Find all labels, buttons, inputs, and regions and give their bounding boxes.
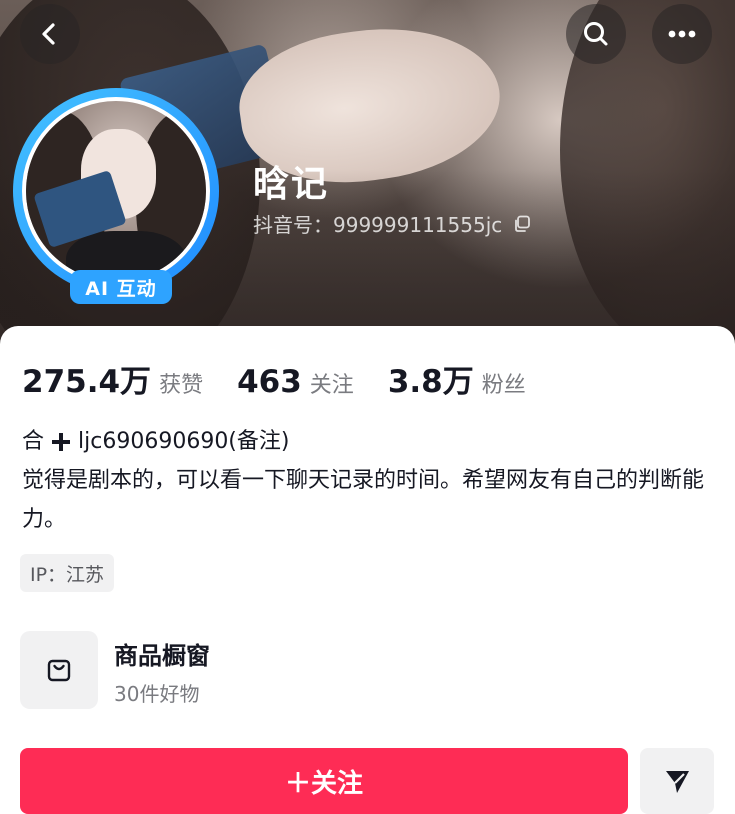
chevron-left-icon (42, 23, 55, 45)
bio-text: 觉得是剧本的，可以看一下聊天记录的时间。希望网友有自己的判断能力。 (22, 468, 705, 532)
back-button[interactable] (20, 4, 80, 64)
shop-window-title[interactable]: 商品橱窗 (114, 636, 210, 671)
bio-prefix: 合 (22, 429, 45, 454)
nickname: 晗记 (253, 164, 330, 205)
bio-contact-line: 合 ljc690690690(备注) (22, 422, 712, 461)
more-button[interactable] (652, 4, 712, 64)
send-icon (666, 771, 689, 793)
stat-label: 关注 (309, 373, 354, 398)
stat-value: 3.8万 (387, 364, 474, 400)
douyin-id-row: 抖音号：999999111555jc (253, 209, 532, 238)
stat-following[interactable]: 463 关注 (237, 364, 354, 400)
plus-icon (50, 431, 72, 453)
profile-cover: AI 互动 晗记 抖音号：999999111555jc (0, 0, 735, 345)
stat-value: 463 (237, 364, 302, 400)
douyin-id-text: 抖音号：999999111555jc (253, 213, 503, 237)
bio: 合 ljc690690690(备注) 觉得是剧本的，可以看一下聊天记录的时间。希… (22, 422, 712, 539)
stat-label: 获赞 (159, 373, 204, 398)
stat-label: 粉丝 (481, 373, 526, 398)
search-icon (584, 22, 608, 46)
avatar-live-ring[interactable] (13, 88, 219, 294)
ai-interaction-badge[interactable]: AI 互动 (70, 270, 172, 304)
more-dots-icon (668, 30, 696, 38)
shopping-bag-icon (47, 659, 71, 682)
stat-followers[interactable]: 3.8万 粉丝 (388, 356, 526, 401)
copy-icon[interactable] (512, 214, 532, 234)
shop-window-icon-box[interactable] (20, 631, 98, 709)
stat-value: 275.4万 (22, 364, 152, 400)
profile-info-card: 275.4万 获赞 463 关注 3.8万 粉丝 合 ljc690690690(… (0, 326, 735, 814)
bio-contact: ljc690690690(备注) (78, 429, 290, 454)
shop-window-subtitle: 30件好物 (114, 682, 200, 706)
search-button[interactable] (566, 4, 626, 64)
stat-likes[interactable]: 275.4万 获赞 (22, 356, 203, 401)
follow-button[interactable]: ＋关注 (20, 748, 628, 814)
ip-location-tag: IP：江苏 (20, 554, 115, 592)
stats-row: 275.4万 获赞 463 关注 3.8万 粉丝 (22, 356, 560, 401)
avatar (22, 97, 210, 285)
send-message-button[interactable] (640, 748, 714, 814)
